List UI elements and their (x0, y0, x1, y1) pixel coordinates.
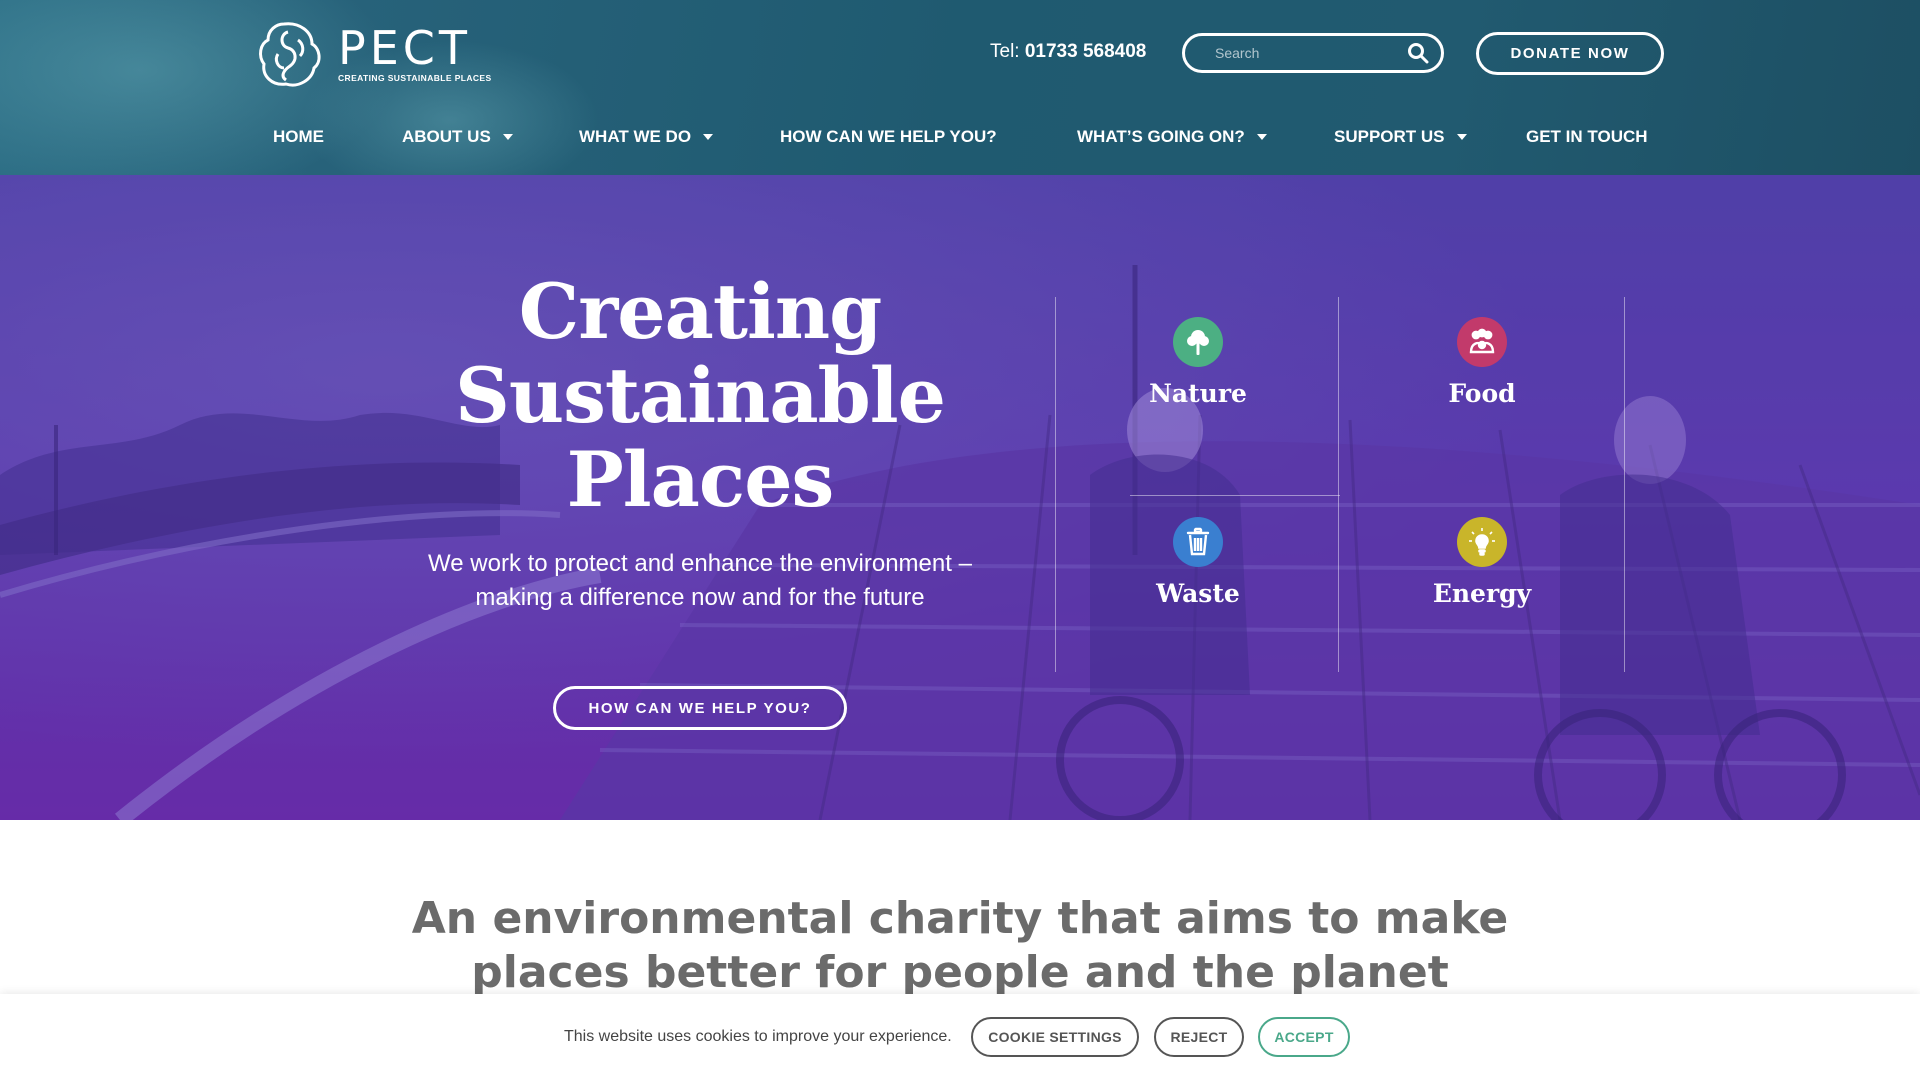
tile-waste[interactable]: Waste (1056, 517, 1340, 697)
telephone[interactable]: Tel: 01733 568408 (990, 41, 1146, 63)
pect-logo-icon (259, 22, 321, 87)
nav-item-label: HOW CAN WE HELP YOU? (780, 127, 997, 146)
logo-tagline: CREATING SUSTAINABLE PLACES (338, 73, 492, 83)
logo-name: PECT (338, 21, 472, 75)
caret-down-icon (502, 134, 513, 140)
how-can-we-help-button[interactable]: HOW CAN WE HELP YOU? (553, 686, 847, 730)
accept-button[interactable]: ACCEPT (1258, 1017, 1350, 1057)
nav-item-label: WHAT WE DO (579, 127, 692, 146)
nav-item-how-can-we-help[interactable]: HOW CAN WE HELP YOU? (780, 127, 997, 147)
tile-energy[interactable]: Energy (1340, 517, 1624, 697)
nav-item-home[interactable]: HOME (273, 127, 324, 147)
tile-label: Waste (1156, 579, 1240, 608)
caret-down-icon (1256, 134, 1267, 140)
grid-divider (1624, 297, 1625, 672)
tile-label: Food (1448, 379, 1516, 408)
headline-line: places better for people and the planet (471, 947, 1449, 998)
search-box (1182, 33, 1444, 73)
cookie-banner: This website uses cookies to improve you… (0, 994, 1920, 1080)
nav-item-label: ABOUT US (402, 127, 491, 146)
site-header: PECT CREATING SUSTAINABLE PLACES Tel: 01… (0, 0, 1920, 175)
caret-down-icon (1456, 134, 1467, 140)
donate-button[interactable]: DONATE NOW (1476, 32, 1664, 75)
nav-item-label: HOME (273, 127, 324, 146)
cookie-settings-button[interactable]: COOKIE SETTINGS (971, 1017, 1139, 1057)
search-input[interactable] (1213, 44, 1407, 62)
hero-title: Creating Sustainable Places (400, 270, 1000, 522)
hero-subtitle: We work to protect and enhance the envir… (428, 550, 972, 611)
nav-item-label: SUPPORT US (1334, 127, 1445, 146)
nav-item-about-us[interactable]: ABOUT US (402, 127, 513, 147)
nav-item-what-we-do[interactable]: WHAT WE DO (579, 127, 714, 147)
main-nav: HOME ABOUT US WHAT WE DO HOW CAN WE HELP… (0, 127, 1920, 157)
caret-down-icon (703, 134, 714, 140)
tile-nature[interactable]: Nature (1056, 317, 1340, 497)
nav-item-label: GET IN TOUCH (1526, 127, 1648, 146)
hero-title-line: Creating (518, 267, 883, 356)
tile-label: Energy (1432, 579, 1532, 608)
hero-title-line: Places (566, 435, 835, 524)
nav-item-support-us[interactable]: SUPPORT US (1334, 127, 1467, 147)
nav-item-label: WHAT’S GOING ON? (1077, 127, 1245, 146)
tile-food[interactable]: Food (1340, 317, 1624, 497)
tree-icon (1173, 317, 1223, 367)
tel-label: Tel: (990, 41, 1020, 62)
site-logo[interactable]: PECT CREATING SUSTAINABLE PLACES (254, 18, 492, 90)
hero-banner: Creating Sustainable Places We work to p… (0, 175, 1920, 820)
nav-item-whats-going-on[interactable]: WHAT’S GOING ON? (1077, 127, 1267, 147)
hero-title-line: Sustainable (454, 351, 946, 440)
nav-item-get-in-touch[interactable]: GET IN TOUCH (1526, 127, 1648, 147)
bin-icon (1173, 517, 1223, 567)
people-group-icon (1457, 317, 1507, 367)
search-icon[interactable] (1407, 42, 1429, 64)
tile-label: Nature (1149, 379, 1247, 408)
reject-button[interactable]: REJECT (1154, 1017, 1244, 1057)
tel-number[interactable]: 01733 568408 (1025, 41, 1147, 62)
lightbulb-icon (1457, 517, 1507, 567)
cookie-message: This website uses cookies to improve you… (564, 1028, 952, 1045)
headline-line: An environmental charity that aims to ma… (411, 893, 1509, 944)
section-headline: An environmental charity that aims to ma… (360, 892, 1560, 1000)
